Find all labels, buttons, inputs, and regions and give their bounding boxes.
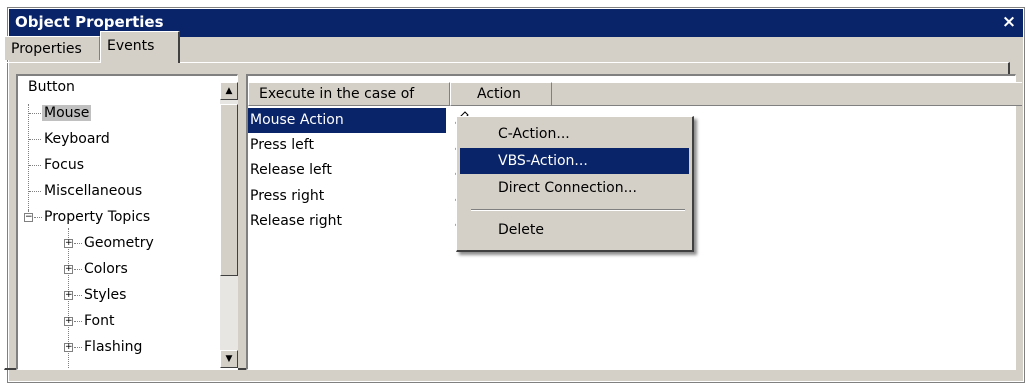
expand-icon[interactable]: + <box>64 239 73 248</box>
scroll-thumb[interactable] <box>220 104 238 276</box>
context-menu: C-Action... VBS-Action... Direct Connect… <box>456 116 694 252</box>
expand-icon[interactable]: + <box>64 291 73 300</box>
tree-view[interactable]: Button Mouse Keyboard Focus Miscellaneou… <box>16 74 238 370</box>
collapse-icon[interactable]: − <box>24 213 33 222</box>
close-icon[interactable]: × <box>999 12 1019 32</box>
tree-item-button[interactable]: Button <box>26 76 77 98</box>
menu-item-c-action[interactable]: C-Action... <box>460 121 689 147</box>
column-header-action[interactable]: Action <box>450 82 552 106</box>
scroll-down-icon[interactable]: ▼ <box>220 350 238 368</box>
scroll-up-icon[interactable]: ▲ <box>220 82 238 100</box>
tree-item-keyboard[interactable]: Keyboard <box>42 128 112 150</box>
expand-icon[interactable]: + <box>64 265 73 274</box>
window-title: Object Properties <box>15 13 164 31</box>
tree-item-property-topics[interactable]: Property Topics <box>42 206 152 228</box>
column-header-filler <box>552 82 1022 106</box>
tab-properties[interactable]: Properties <box>4 36 100 60</box>
tab-events[interactable]: Events <box>100 31 180 63</box>
tree-item-mouse[interactable]: Mouse <box>42 102 92 124</box>
menu-item-vbs-action[interactable]: VBS-Action... <box>460 148 689 174</box>
tree-connector <box>28 104 29 210</box>
tree-item-miscellaneous[interactable]: Miscellaneous <box>42 180 144 202</box>
menu-item-direct-connection[interactable]: Direct Connection... <box>460 175 689 201</box>
expand-icon[interactable]: + <box>64 317 73 326</box>
tree-item-styles[interactable]: Styles <box>82 284 128 306</box>
tree-item-geometry[interactable]: Geometry <box>82 232 156 254</box>
tree-item-colors[interactable]: Colors <box>82 258 130 280</box>
table-row[interactable]: Release right <box>248 209 342 234</box>
tree-item-focus[interactable]: Focus <box>42 154 86 176</box>
table-row[interactable]: Release left <box>248 158 332 183</box>
menu-item-delete[interactable]: Delete <box>460 217 689 243</box>
tree-scrollbar[interactable]: ▲ ▼ <box>220 82 238 368</box>
table-row[interactable]: Mouse Action <box>248 108 446 133</box>
tree-item-font[interactable]: Font <box>82 310 116 332</box>
column-header-execute[interactable]: Execute in the case of <box>248 82 450 106</box>
expand-icon[interactable]: + <box>64 343 73 352</box>
tree-item-flashing[interactable]: Flashing <box>82 336 144 358</box>
table-row[interactable]: Press right <box>248 184 324 209</box>
menu-separator <box>471 209 685 211</box>
table-row[interactable]: Press left <box>248 133 314 158</box>
